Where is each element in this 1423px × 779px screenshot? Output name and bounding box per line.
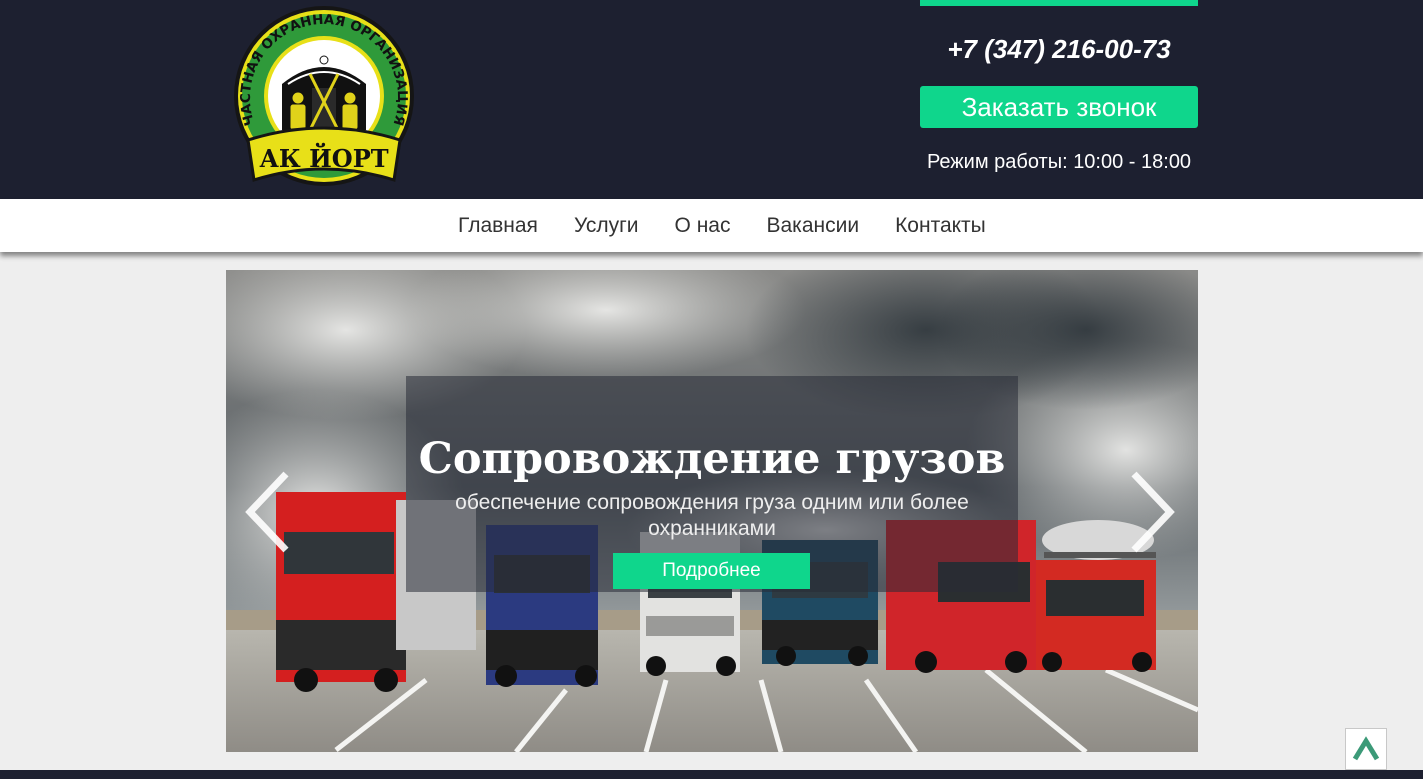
scroll-to-top-button[interactable]	[1345, 728, 1387, 770]
hero-slider: Сопровождение грузов обеспечение сопрово…	[226, 270, 1198, 752]
slide-title: Сопровождение грузов	[418, 434, 1006, 484]
more-button[interactable]: Подробнее	[613, 553, 810, 589]
phone-number[interactable]: +7 (347) 216-00-73	[920, 34, 1198, 65]
working-hours: Режим работы: 10:00 - 18:00	[926, 151, 1192, 173]
nav-item-home[interactable]: Главная	[440, 214, 556, 238]
footer-strip	[0, 770, 1423, 779]
chevron-right-icon	[1131, 471, 1175, 553]
slider-next-button[interactable]	[1128, 470, 1178, 554]
main-nav: Главная Услуги О нас Вакансии Контакты	[0, 199, 1423, 252]
site-header: ЧАСТНАЯ ОХРАННАЯ ОРГАНИЗАЦИЯ АК ЙОРТ +7 …	[0, 0, 1423, 199]
company-logo[interactable]: ЧАСТНАЯ ОХРАННАЯ ОРГАНИЗАЦИЯ АК ЙОРТ	[228, 4, 420, 196]
header-accent-bar	[920, 0, 1198, 6]
chevron-left-icon	[245, 471, 289, 553]
slider-prev-button[interactable]	[242, 470, 292, 554]
chevron-up-icon	[1352, 736, 1380, 761]
logo-name: АК ЙОРТ	[259, 142, 388, 173]
slide-caption: Сопровождение грузов обеспечение сопрово…	[406, 376, 1018, 592]
nav-item-about[interactable]: О нас	[657, 214, 749, 238]
nav-item-vacancies[interactable]: Вакансии	[748, 214, 877, 238]
nav-item-services[interactable]: Услуги	[556, 214, 657, 238]
nav-item-contacts[interactable]: Контакты	[877, 214, 1004, 238]
order-call-button[interactable]: Заказать звонок	[920, 86, 1198, 128]
slide-subtitle: обеспечение сопровождения груза одним ил…	[455, 491, 969, 540]
